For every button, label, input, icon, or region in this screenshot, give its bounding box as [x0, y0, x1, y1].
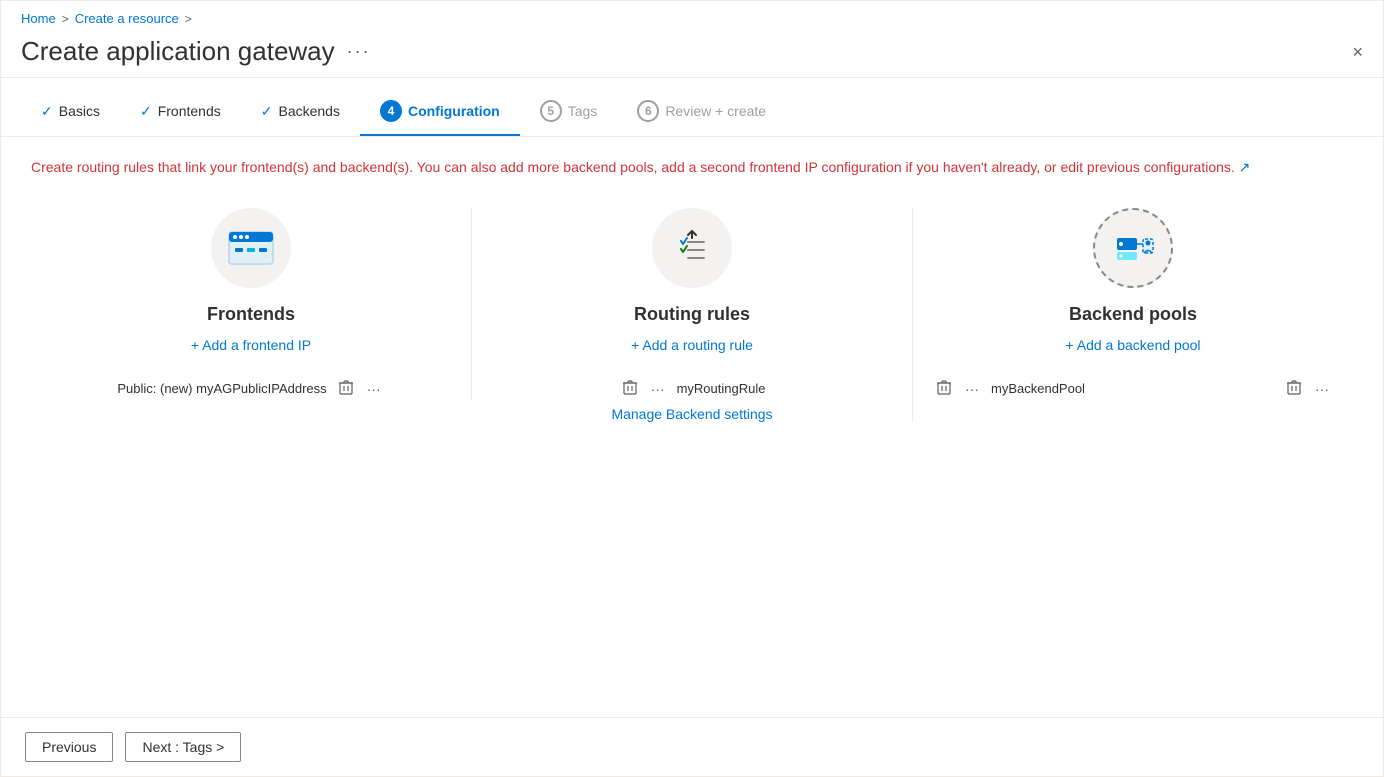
header-more-options[interactable]: ···: [347, 41, 371, 62]
frontends-column: Frontends + Add a frontend IP Public: (n…: [31, 208, 472, 400]
info-text: Create routing rules that link your fron…: [31, 157, 1331, 178]
routing-rules-title: Routing rules: [634, 304, 750, 325]
backend-icon: [1109, 224, 1157, 272]
frontend-delete-btn[interactable]: [335, 377, 357, 400]
configuration-columns: Frontends + Add a frontend IP Public: (n…: [31, 208, 1353, 422]
routing-icon: [668, 224, 716, 272]
backend-pools-title: Backend pools: [1069, 304, 1197, 325]
next-button[interactable]: Next : Tags >: [125, 732, 241, 762]
page-title: Create application gateway: [21, 36, 335, 67]
manage-backend-settings-link[interactable]: Manage Backend settings: [611, 406, 772, 422]
frontend-item-name: Public: (new) myAGPublicIPAddress: [117, 381, 326, 396]
routing-item-name: myRoutingRule: [677, 381, 766, 396]
tab-basics-label: Basics: [59, 103, 100, 119]
frontend-more-btn[interactable]: ···: [363, 379, 385, 399]
tab-tags-num: 5: [540, 100, 562, 122]
main-content: Create routing rules that link your fron…: [1, 137, 1383, 717]
wizard-tabs: ✓ Basics ✓ Frontends ✓ Backends 4 Config…: [1, 88, 1383, 137]
tab-review-num: 6: [637, 100, 659, 122]
previous-button[interactable]: Previous: [25, 732, 113, 762]
tab-frontends[interactable]: ✓ Frontends: [120, 91, 241, 134]
backend-end-delete-btn[interactable]: [1283, 377, 1305, 400]
frontends-icon-circle: [211, 208, 291, 288]
backend-item-row: ··· myBackendPool ···: [933, 377, 1333, 400]
routing-more-btn[interactable]: ···: [647, 379, 669, 399]
header-left: Create application gateway ···: [21, 36, 371, 67]
tab-backends[interactable]: ✓ Backends: [241, 91, 360, 134]
backend-delete-btn[interactable]: [933, 377, 955, 400]
tab-basics-check: ✓: [41, 103, 53, 120]
tab-backends-check: ✓: [261, 103, 273, 120]
backend-item-end-actions: ···: [1283, 377, 1333, 400]
info-link[interactable]: ↗: [1239, 159, 1251, 175]
tab-configuration-label: Configuration: [408, 103, 500, 119]
backend-icon-circle: [1093, 208, 1173, 288]
add-backend-pool-link[interactable]: + Add a backend pool: [1065, 337, 1200, 353]
close-button[interactable]: ×: [1352, 43, 1363, 61]
backend-item-actions: ···: [933, 377, 983, 400]
tab-review[interactable]: 6 Review + create: [617, 88, 786, 136]
frontend-item-row: Public: (new) myAGPublicIPAddress ···: [51, 377, 451, 400]
breadcrumb: Home > Create a resource >: [1, 1, 1383, 30]
breadcrumb-sep1: >: [62, 12, 69, 26]
tab-configuration-num: 4: [380, 100, 402, 122]
routing-icon-circle: [652, 208, 732, 288]
routing-item-actions: ···: [619, 377, 669, 400]
tab-review-label: Review + create: [665, 103, 766, 119]
frontends-title: Frontends: [207, 304, 295, 325]
backend-pools-column: Backend pools + Add a backend pool ··· m…: [913, 208, 1353, 400]
tab-tags-label: Tags: [568, 103, 598, 119]
routing-item-row: ··· myRoutingRule: [492, 377, 892, 400]
frontend-item-actions: ···: [335, 377, 385, 400]
header-divider: [1, 77, 1383, 78]
breadcrumb-create-resource[interactable]: Create a resource: [75, 11, 179, 26]
tab-tags[interactable]: 5 Tags: [520, 88, 618, 136]
add-frontend-ip-link[interactable]: + Add a frontend IP: [191, 337, 311, 353]
backend-end-more-btn[interactable]: ···: [1311, 379, 1333, 399]
routing-delete-btn[interactable]: [619, 377, 641, 400]
tab-backends-label: Backends: [278, 103, 339, 119]
breadcrumb-home[interactable]: Home: [21, 11, 56, 26]
tab-basics[interactable]: ✓ Basics: [21, 91, 120, 134]
tab-frontends-check: ✓: [140, 103, 152, 120]
backend-item-name: myBackendPool: [991, 381, 1085, 396]
backend-more-btn[interactable]: ···: [961, 379, 983, 399]
add-routing-rule-link[interactable]: + Add a routing rule: [631, 337, 753, 353]
tab-configuration[interactable]: 4 Configuration: [360, 88, 520, 136]
tab-frontends-label: Frontends: [158, 103, 221, 119]
breadcrumb-sep2: >: [185, 12, 192, 26]
frontends-icon: [227, 230, 275, 266]
page-header: Create application gateway ··· ×: [1, 30, 1383, 77]
wizard-footer: Previous Next : Tags >: [1, 717, 1383, 776]
routing-rules-column: Routing rules + Add a routing rule ··· m…: [472, 208, 913, 422]
